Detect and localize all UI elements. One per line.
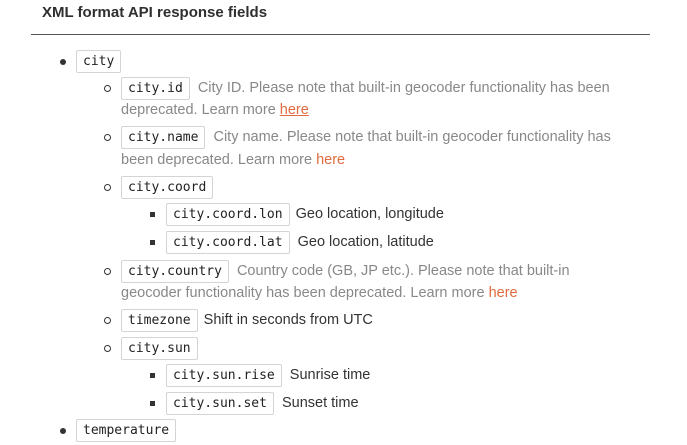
circle-bullet-icon	[104, 345, 111, 352]
circle-bullet-icon	[104, 134, 111, 141]
field-item-city-name: city.name City name. Please note that bu…	[121, 126, 651, 149]
field-code-city-id: city.id	[121, 77, 190, 100]
field-item-city: city	[76, 50, 122, 73]
field-item-city-id: city.id City ID. Please note that built-…	[121, 77, 651, 100]
field-item-city-coord: city.coord	[121, 176, 214, 199]
field-desc-city-coord-lon: Geo location, longitude	[295, 206, 444, 223]
field-code-city: city	[76, 50, 122, 73]
circle-bullet-icon	[104, 184, 111, 191]
learn-more-link-city-id[interactable]: here	[280, 102, 309, 118]
circle-bullet-icon	[104, 85, 111, 92]
field-desc-city-country-line1: Country code (GB, JP etc.). Please note …	[236, 263, 570, 280]
disc-bullet-icon	[60, 59, 66, 65]
circle-bullet-icon	[104, 268, 111, 275]
learn-more-link-city-name[interactable]: here	[316, 152, 345, 168]
field-code-city-sun-rise: city.sun.rise	[166, 364, 282, 387]
field-code-temperature: temperature	[76, 419, 177, 442]
field-desc-city-sun-set: Sunset time	[281, 395, 359, 412]
field-desc-timezone: Shift in seconds from UTC	[203, 312, 373, 329]
field-item-temperature: temperature	[76, 419, 177, 442]
field-item-city-sun: city.sun	[121, 337, 198, 360]
field-desc-city-country-line2-row: geocoder functionality has been deprecat…	[121, 282, 518, 304]
field-code-city-country: city.country	[121, 260, 229, 283]
field-desc-city-name-line2-row: been deprecated. Learn more here	[121, 149, 345, 171]
field-desc-city-country-line2: geocoder functionality has been deprecat…	[121, 285, 485, 301]
square-bullet-icon	[150, 401, 155, 406]
learn-more-link-city-country[interactable]: here	[489, 285, 518, 301]
field-code-city-coord-lat: city.coord.lat	[166, 231, 290, 254]
square-bullet-icon	[150, 240, 155, 245]
field-code-city-coord-lon: city.coord.lon	[166, 203, 290, 226]
field-desc-city-id-line1: City ID. Please note that built-in geoco…	[197, 80, 610, 97]
field-item-city-coord-lat: city.coord.lat Geo location, latitude	[166, 231, 434, 254]
field-desc-city-sun-rise: Sunrise time	[289, 367, 371, 384]
square-bullet-icon	[150, 373, 155, 378]
field-desc-city-id-line2: deprecated. Learn more	[121, 102, 276, 118]
field-item-city-country: city.country Country code (GB, JP etc.).…	[121, 260, 651, 283]
field-item-city-sun-set: city.sun.set Sunset time	[166, 392, 359, 415]
field-code-city-sun: city.sun	[121, 337, 198, 360]
field-item-timezone: timezone Shift in seconds from UTC	[121, 309, 373, 332]
page-title: XML format API response fields	[42, 4, 268, 21]
field-code-timezone: timezone	[121, 309, 198, 332]
field-desc-city-name-line2: been deprecated. Learn more	[121, 152, 313, 168]
api-fields-page: XML format API response fields city city…	[0, 0, 687, 445]
square-bullet-icon	[150, 212, 155, 217]
field-item-city-sun-rise: city.sun.rise Sunrise time	[166, 364, 370, 387]
circle-bullet-icon	[104, 317, 111, 324]
field-desc-city-id-line2-row: deprecated. Learn more here	[121, 99, 309, 121]
field-code-city-name: city.name	[121, 126, 206, 149]
field-code-city-sun-set: city.sun.set	[166, 392, 274, 415]
field-desc-city-name-line1: City name. Please note that built-in geo…	[213, 129, 611, 146]
heading-divider	[31, 34, 650, 35]
field-code-city-coord: city.coord	[121, 176, 214, 199]
field-desc-city-coord-lat: Geo location, latitude	[297, 234, 434, 251]
disc-bullet-icon	[60, 428, 66, 434]
field-item-city-coord-lon: city.coord.lon Geo location, longitude	[166, 203, 444, 226]
